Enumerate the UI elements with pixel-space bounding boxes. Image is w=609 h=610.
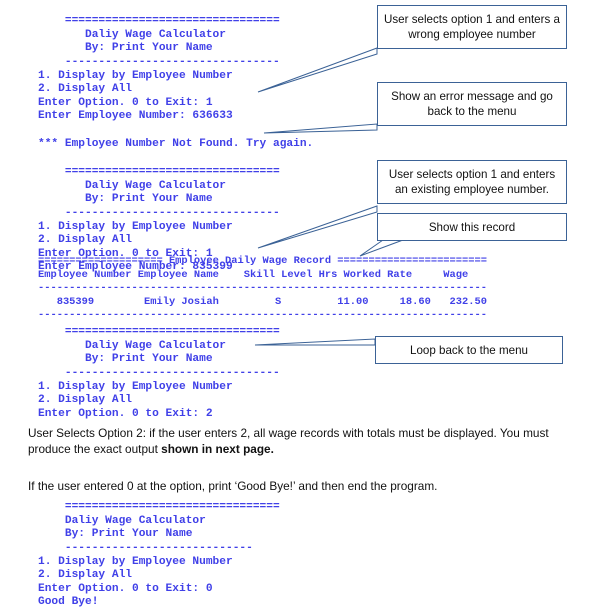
callout-loop-back-text: Loop back to the menu [410, 343, 528, 357]
callout-error-message: Show an error message and go back to the… [377, 82, 567, 126]
callout-existing-employee: User selects option 1 and enters an exis… [377, 160, 567, 204]
record-table-text: ==================== Employee Daily Wage… [38, 255, 487, 322]
callout-error-message-text: Show an error message and go back to the… [391, 90, 553, 118]
console-block-menu-option-2: ================================ Daliy W… [38, 326, 280, 421]
paragraph-option-2-emphasis: shown in next page. [161, 442, 274, 456]
paragraph-option-2-text: User Selects Option 2: if the user enter… [28, 426, 549, 456]
callout-show-record: Show this record [377, 213, 567, 241]
console-block-4-text: ================================ Daliy W… [38, 501, 280, 609]
callout-wrong-employee-text: User selects option 1 and enters a wrong… [384, 13, 560, 41]
paragraph-option-2: User Selects Option 2: if the user enter… [28, 425, 584, 457]
paragraph-exit-note: If the user entered 0 at the option, pri… [28, 478, 584, 494]
leader-line-show-record [359, 239, 404, 257]
callout-loop-back: Loop back to the menu [375, 336, 563, 364]
console-block-menu-wrong-employee: ================================ Daliy W… [38, 15, 313, 151]
console-block-3-text: ================================ Daliy W… [38, 326, 280, 420]
console-block-exit: ================================ Daliy W… [38, 501, 280, 610]
console-block-1-text: ================================ Daliy W… [38, 15, 314, 150]
callout-wrong-employee: User selects option 1 and enters a wrong… [377, 5, 567, 49]
callout-show-record-text: Show this record [428, 220, 516, 234]
employee-daily-wage-record-table: ==================== Employee Daily Wage… [38, 255, 487, 322]
paragraph-exit-note-text: If the user entered 0 at the option, pri… [28, 479, 438, 493]
callout-existing-employee-text: User selects option 1 and enters an exis… [388, 168, 556, 196]
